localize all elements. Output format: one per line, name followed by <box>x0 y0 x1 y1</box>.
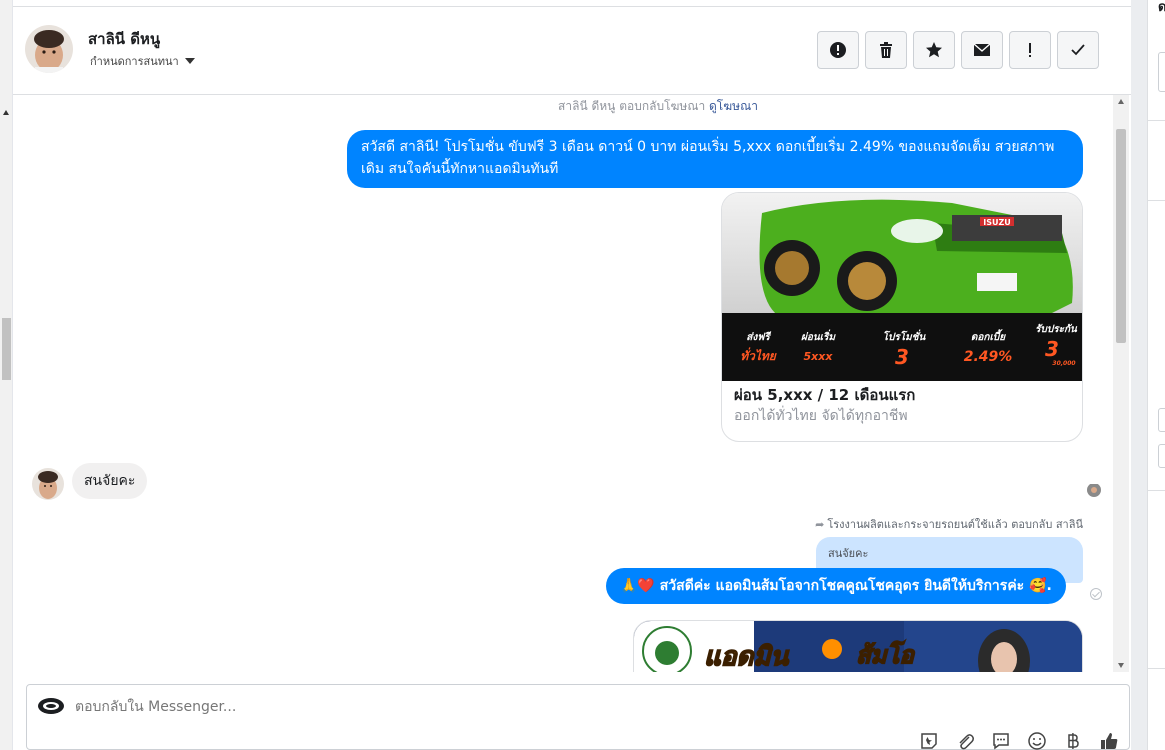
mark-unread-button[interactable] <box>961 31 1003 69</box>
message-input[interactable] <box>75 697 875 717</box>
svg-text:ดอกเบี้ย: ดอกเบี้ย <box>971 329 1006 343</box>
mark-done-button[interactable] <box>1057 31 1099 69</box>
emoji-button[interactable] <box>1027 731 1047 750</box>
envelope-icon <box>973 43 991 56</box>
sticker-button[interactable] <box>919 731 939 750</box>
seen-indicator-avatar <box>1087 483 1101 497</box>
reply-composer[interactable] <box>26 684 1130 750</box>
contact-avatar[interactable] <box>25 25 73 73</box>
banner-text-somo: ส้มโอ <box>856 640 915 669</box>
sidebar-glyph: ด <box>1158 0 1165 17</box>
saved-replies-button[interactable] <box>991 731 1011 750</box>
payment-button[interactable] <box>1063 731 1083 750</box>
like-button[interactable] <box>1099 731 1119 750</box>
ad-reply-note: สาลินี ดีหนู ตอบกลับโฆษณา ดูโฆษณา <box>558 99 758 113</box>
sidebar-field[interactable] <box>1158 444 1165 468</box>
thumbs-up-icon <box>1101 733 1118 749</box>
trash-icon <box>880 42 892 58</box>
ad-card-title: ผ่อน 5,xxx / 12 เดือนแรก <box>734 386 916 404</box>
conversation-panel: สาลินี ดีหนู กำหนดการสนทนา สาลินี ดีหนู … <box>13 0 1131 750</box>
baht-icon <box>1068 733 1079 749</box>
contact-name[interactable]: สาลินี ดีหนู <box>88 27 160 51</box>
sticker-icon <box>921 733 937 749</box>
reply-context-note: ➦ โรงงานผลิตและกระจายรถยนต์ใช้แล้ว ตอบกล… <box>815 517 1083 532</box>
report-spam-button[interactable] <box>817 31 859 69</box>
svg-text:ผ่อนเริ่ม: ผ่อนเริ่ม <box>801 329 836 343</box>
reply-arrow-icon: ➦ <box>815 517 825 531</box>
exclamation-icon <box>1029 43 1031 57</box>
svg-text:รับประกัน: รับประกัน <box>1035 323 1078 335</box>
priority-button[interactable] <box>1009 31 1051 69</box>
svg-text:2.49%: 2.49% <box>964 349 1013 365</box>
scroll-up-arrow[interactable] <box>3 110 9 115</box>
conversation-header: สาลินี ดีหนู กำหนดการสนทนา <box>13 7 1131 95</box>
paperclip-icon <box>959 734 974 750</box>
alert-circle-icon <box>830 42 846 58</box>
svg-text:ส่งฟรี: ส่งฟรี <box>746 331 771 343</box>
assign-conversation-dropdown[interactable]: กำหนดการสนทนา <box>90 52 195 70</box>
assign-label: กำหนดการสนทนา <box>90 55 179 68</box>
panel-gutter <box>1131 0 1147 750</box>
thread-scrollbar[interactable] <box>1113 95 1129 672</box>
star-icon <box>926 42 942 58</box>
view-ad-link[interactable]: ดูโฆษณา <box>709 99 758 113</box>
thread-scroll-thumb[interactable] <box>1116 129 1126 343</box>
thread-scroll-up[interactable] <box>1118 99 1124 104</box>
page-scrollbar[interactable] <box>0 0 13 750</box>
sent-check-icon <box>1090 588 1102 600</box>
outgoing-reply-message: 🙏❤️ สวัสดีค่ะ แอดมินส้มโอจากโชคคูณโชคอุด… <box>606 568 1066 604</box>
sidebar-field[interactable] <box>1158 408 1165 432</box>
delete-button[interactable] <box>865 31 907 69</box>
ad-card-image: ISUZU ส่งฟรี ทั่วไทย ผ่อนเริ่ม 5xxx โปรโ… <box>722 193 1082 381</box>
caret-down-icon <box>184 58 195 64</box>
svg-text:โปรโมชั่น: โปรโมชั่น <box>883 329 927 343</box>
incoming-message: สนจัยคะ <box>72 463 148 499</box>
page-logo-icon <box>37 697 65 715</box>
sender-avatar[interactable] <box>32 468 64 500</box>
svg-text:30,000: 30,000 <box>1052 360 1075 367</box>
scroll-thumb[interactable] <box>2 318 11 380</box>
svg-text:5xxx: 5xxx <box>804 350 834 363</box>
ad-card-subtitle: ออกได้ทั่วไทย จัดได้ทุกอาชีพ <box>734 408 908 424</box>
ad-card[interactable]: ISUZU ส่งฟรี ทั่วไทย ผ่อนเริ่ม 5xxx โปรโ… <box>721 192 1083 442</box>
emoji-icon <box>1028 732 1046 750</box>
admin-banner-image[interactable]: แอดมิน ส้มโอ <box>633 620 1083 672</box>
outgoing-message: สวัสดี สาลินี! โปรโมชั่น ขับฟรี 3 เดือน … <box>347 130 1083 188</box>
message-thread[interactable]: สาลินี ดีหนู ตอบกลับโฆษณา ดูโฆษณา สวัสดี… <box>13 95 1131 672</box>
sidebar-field[interactable] <box>1158 52 1165 92</box>
brand-logo: ISUZU <box>983 218 1011 227</box>
header-actions <box>817 31 1099 69</box>
saved-reply-icon <box>993 733 1009 750</box>
star-button[interactable] <box>913 31 955 69</box>
svg-text:ทั่วไทย: ทั่วไทย <box>740 347 777 363</box>
svg-text:3: 3 <box>1045 337 1059 361</box>
attach-button[interactable] <box>955 731 975 750</box>
banner-text-admin: แอดมิน <box>704 642 789 672</box>
composer-toolbar <box>919 731 1119 750</box>
svg-text:3: 3 <box>895 345 909 369</box>
right-sidebar: ด <box>1147 0 1165 750</box>
check-icon <box>1071 44 1085 56</box>
thread-scroll-down[interactable] <box>1118 663 1124 668</box>
